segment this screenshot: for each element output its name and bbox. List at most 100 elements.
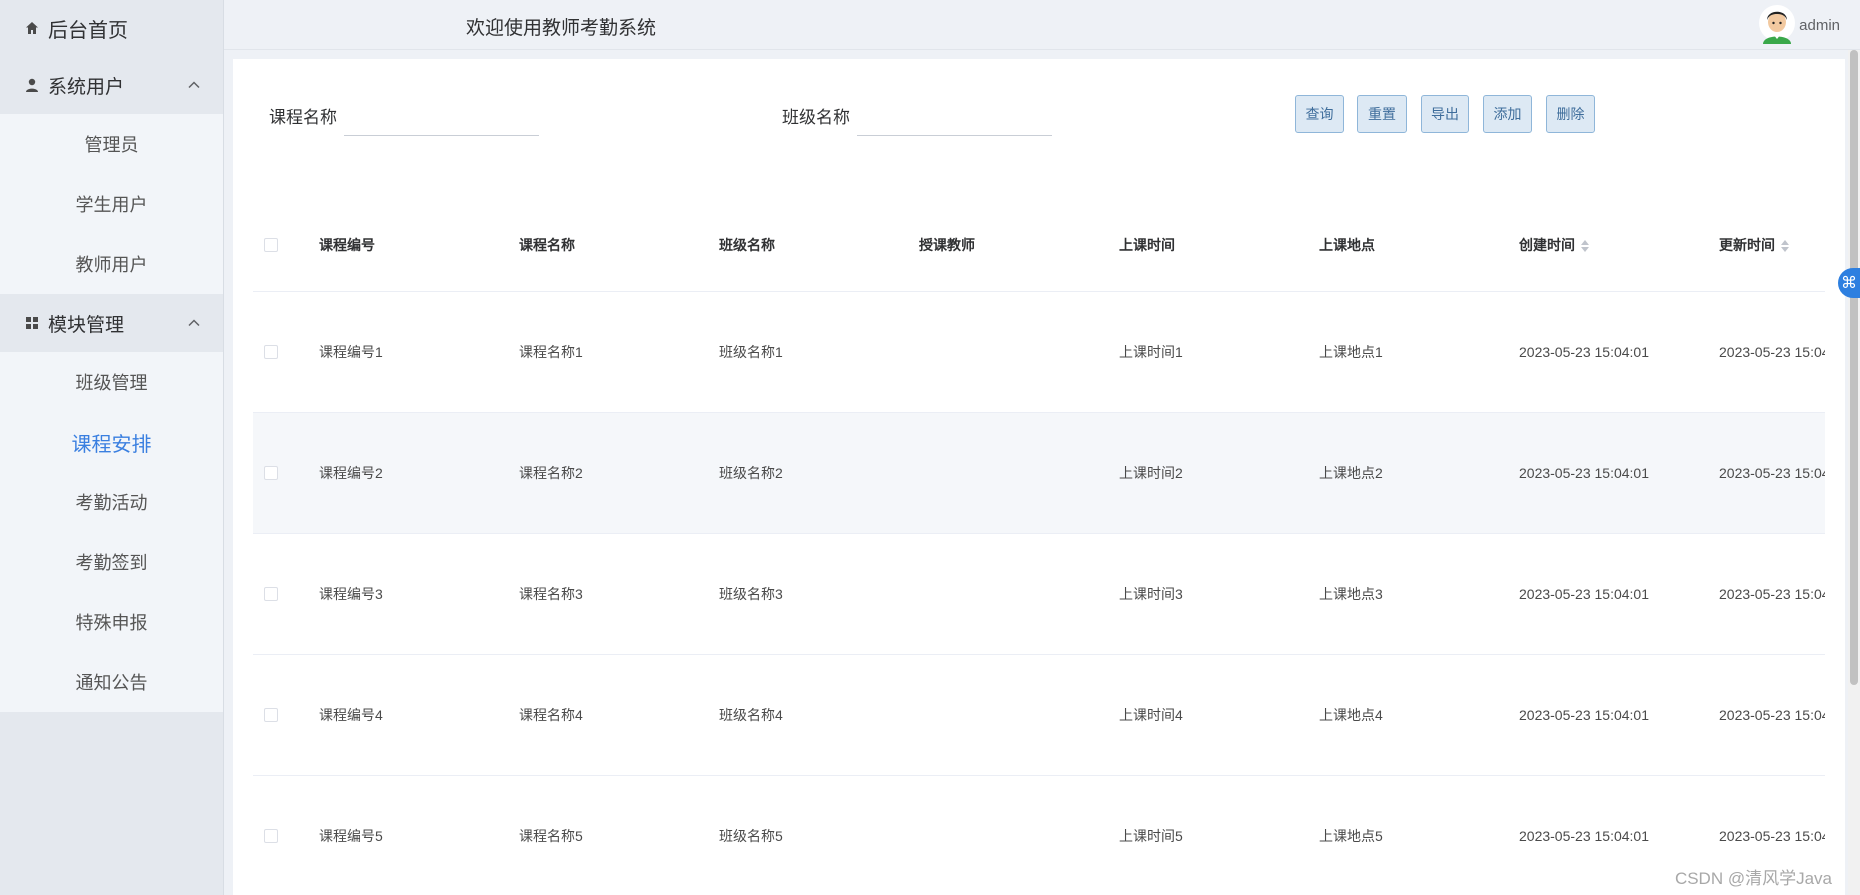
reset-button[interactable]: 重置: [1357, 95, 1407, 133]
sidebar-group-modules[interactable]: 模块管理: [0, 294, 223, 352]
cell-course-no: 课程编号5: [319, 828, 383, 844]
row-checkbox[interactable]: [253, 829, 319, 843]
cell-course-name: 课程名称1: [519, 344, 583, 360]
cell-course-no: 课程编号3: [319, 586, 383, 602]
cell-created: 2023-05-23 15:04:01: [1519, 707, 1649, 723]
cell-course-no: 课程编号4: [319, 707, 383, 723]
sidebar-group-system-users[interactable]: 系统用户: [0, 56, 223, 114]
course-table: 课程编号 课程名称 班级名称 授课教师 上课时间 上课地点 创建时间 更新时间 …: [253, 199, 1825, 895]
cell-location: 上课地点1: [1319, 344, 1383, 360]
course-name-input[interactable]: [344, 95, 539, 136]
username[interactable]: admin: [1799, 17, 1840, 34]
table-header: 课程编号 课程名称 班级名称 授课教师 上课时间 上课地点 创建时间 更新时间: [253, 199, 1825, 292]
cell-created: 2023-05-23 15:04:01: [1519, 586, 1649, 602]
export-button[interactable]: 导出: [1421, 95, 1469, 133]
sidebar-item-attendance-signin[interactable]: 考勤签到: [0, 532, 223, 592]
col-header-course-no: 课程编号: [319, 237, 375, 253]
cell-class-name: 班级名称5: [719, 828, 783, 844]
sidebar-item-class-management[interactable]: 班级管理: [0, 352, 223, 412]
vertical-scrollbar[interactable]: [1848, 50, 1860, 895]
row-checkbox[interactable]: [253, 466, 319, 480]
delete-button[interactable]: 删除: [1546, 95, 1595, 133]
course-name-label: 课程名称: [269, 108, 337, 127]
home-icon: [24, 20, 40, 36]
cell-course-no: 课程编号2: [319, 465, 383, 481]
col-header-class-name: 班级名称: [719, 237, 775, 253]
cell-course-name: 课程名称2: [519, 465, 583, 481]
select-all-checkbox[interactable]: [253, 238, 319, 252]
row-checkbox[interactable]: [253, 345, 319, 359]
table-row[interactable]: 课程编号5 课程名称5 班级名称5 上课时间5 上课地点5 2023-05-23…: [253, 776, 1825, 895]
cell-location: 上课地点4: [1319, 707, 1383, 723]
sort-icon[interactable]: [1581, 240, 1589, 253]
sidebar-group-label: 模块管理: [48, 314, 125, 336]
table-row[interactable]: 课程编号2 课程名称2 班级名称2 上课时间2 上课地点2 2023-05-23…: [253, 413, 1825, 534]
sidebar-item-attendance-activity[interactable]: 考勤活动: [0, 472, 223, 532]
checkbox-box[interactable]: [264, 345, 278, 359]
sidebar: 后台首页 系统用户 管理员 学生用户 教师用户 模块管理 班级管理 课程安排 考…: [0, 0, 224, 895]
cell-class-time: 上课时间3: [1119, 586, 1183, 602]
checkbox-box[interactable]: [264, 466, 278, 480]
sidebar-item-course-schedule[interactable]: 课程安排: [0, 412, 223, 472]
cell-updated: 2023-05-23 15:04: [1719, 828, 1825, 844]
user-icon: [24, 77, 40, 93]
cell-created: 2023-05-23 15:04:01: [1519, 465, 1649, 481]
query-button[interactable]: 查询: [1295, 95, 1344, 133]
cell-created: 2023-05-23 15:04:01: [1519, 828, 1649, 844]
sidebar-item-student-users[interactable]: 学生用户: [0, 174, 223, 234]
sidebar-item-home[interactable]: 后台首页: [0, 0, 223, 56]
col-header-updated[interactable]: 更新时间: [1719, 235, 1825, 255]
col-header-location: 上课地点: [1319, 237, 1375, 253]
cell-location: 上课地点3: [1319, 586, 1383, 602]
row-checkbox[interactable]: [253, 587, 319, 601]
cell-class-time: 上课时间5: [1119, 828, 1183, 844]
grid-icon: [24, 315, 40, 331]
col-header-updated-label: 更新时间: [1719, 237, 1775, 253]
col-header-created-label: 创建时间: [1519, 237, 1575, 253]
cell-course-name: 课程名称5: [519, 828, 583, 844]
chevron-up-icon: [187, 78, 201, 92]
table-row[interactable]: 课程编号1 课程名称1 班级名称1 上课时间1 上课地点1 2023-05-23…: [253, 292, 1825, 413]
sort-icon[interactable]: [1781, 240, 1789, 253]
submenu-modules: 班级管理 课程安排 考勤活动 考勤签到 特殊申报 通知公告: [0, 352, 223, 712]
checkbox-box[interactable]: [264, 587, 278, 601]
sidebar-group-label: 系统用户: [48, 76, 125, 98]
sidebar-item-admins[interactable]: 管理员: [0, 114, 223, 174]
col-header-teacher: 授课教师: [919, 237, 975, 253]
cell-class-name: 班级名称4: [719, 707, 783, 723]
checkbox-box[interactable]: [264, 238, 278, 252]
col-header-class-time: 上课时间: [1119, 237, 1175, 253]
cell-course-name: 课程名称3: [519, 586, 583, 602]
cell-updated: 2023-05-23 15:04: [1719, 465, 1825, 481]
table-row[interactable]: 课程编号3 课程名称3 班级名称3 上课时间3 上课地点3 2023-05-23…: [253, 534, 1825, 655]
cell-created: 2023-05-23 15:04:01: [1519, 344, 1649, 360]
cell-updated: 2023-05-23 15:04: [1719, 344, 1825, 360]
floating-tool-icon[interactable]: ⌘: [1838, 268, 1860, 298]
add-button[interactable]: 添加: [1483, 95, 1532, 133]
sidebar-item-notice[interactable]: 通知公告: [0, 652, 223, 712]
chevron-up-icon: [187, 316, 201, 330]
cell-class-name: 班级名称2: [719, 465, 783, 481]
search-bar: 课程名称 班级名称 查询 重置 导出 添加 删除: [233, 59, 1845, 169]
cell-course-name: 课程名称4: [519, 707, 583, 723]
top-header: 欢迎使用教师考勤系统 admin: [224, 0, 1860, 50]
main-content: 课程名称 班级名称 查询 重置 导出 添加 删除 课程编号 课程名称 班级名称 …: [233, 59, 1845, 895]
page-title: 欢迎使用教师考勤系统: [466, 18, 657, 39]
cell-class-time: 上课时间1: [1119, 344, 1183, 360]
col-header-created[interactable]: 创建时间: [1519, 235, 1719, 255]
cell-updated: 2023-05-23 15:04: [1719, 707, 1825, 723]
scrollbar-thumb[interactable]: [1850, 50, 1858, 685]
sidebar-item-special-report[interactable]: 特殊申报: [0, 592, 223, 652]
checkbox-box[interactable]: [264, 829, 278, 843]
cell-class-name: 班级名称3: [719, 586, 783, 602]
class-name-input[interactable]: [857, 95, 1052, 136]
cell-location: 上课地点2: [1319, 465, 1383, 481]
class-name-label: 班级名称: [782, 108, 850, 127]
table-row[interactable]: 课程编号4 课程名称4 班级名称4 上课时间4 上课地点4 2023-05-23…: [253, 655, 1825, 776]
row-checkbox[interactable]: [253, 708, 319, 722]
avatar-icon[interactable]: [1758, 4, 1796, 44]
cell-class-name: 班级名称1: [719, 344, 783, 360]
sidebar-item-teacher-users[interactable]: 教师用户: [0, 234, 223, 294]
checkbox-box[interactable]: [264, 708, 278, 722]
watermark: CSDN @清风学Java: [1674, 869, 1832, 888]
